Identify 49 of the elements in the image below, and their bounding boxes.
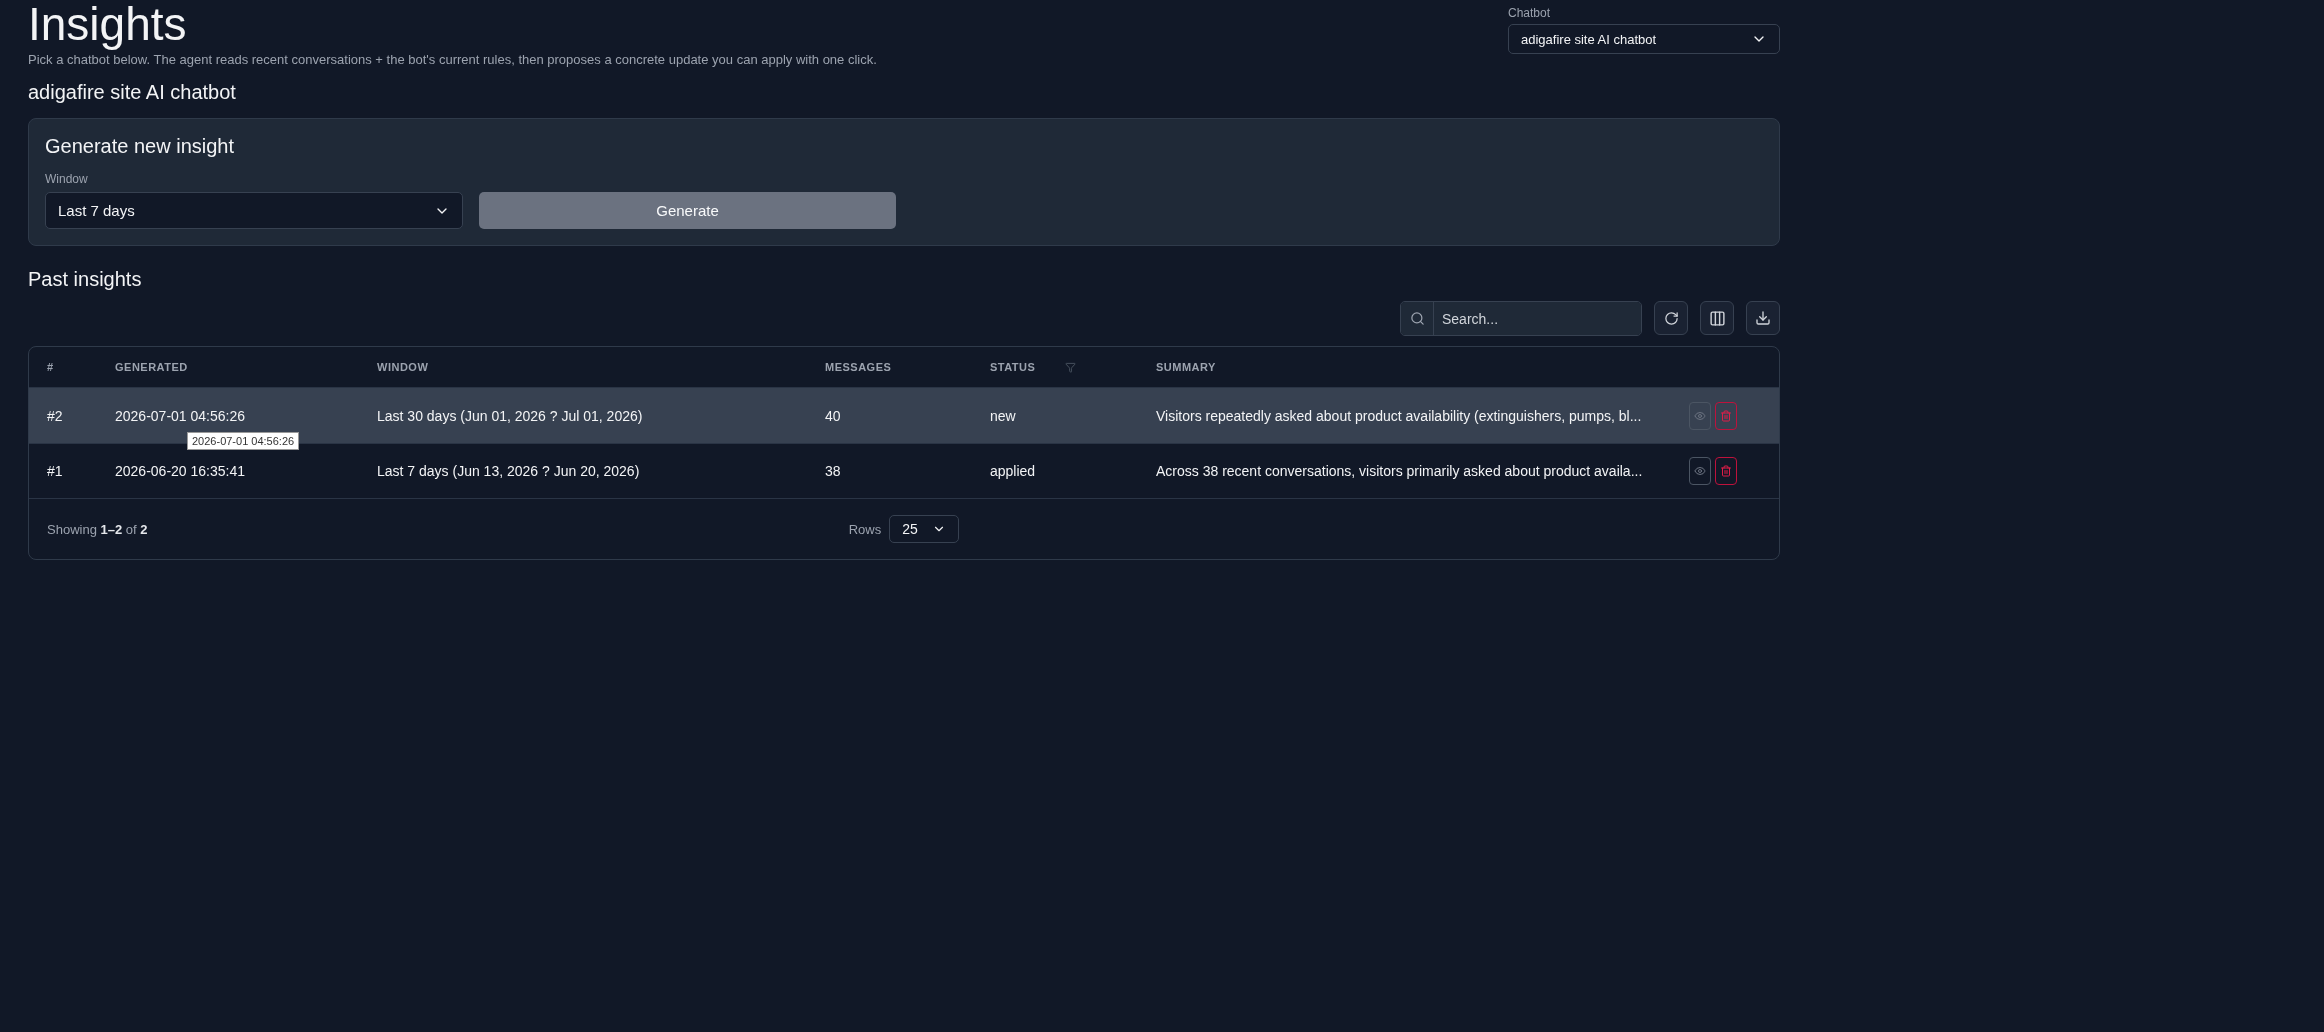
table-cell: Visitors repeatedly asked about product availability (extinguishers, pumps, bl... bbox=[1156, 407, 1642, 424]
table-cell: 2026-06-20 16:35:41 bbox=[115, 463, 245, 479]
column-header: GENERATED bbox=[115, 361, 188, 373]
column-header: WINDOW bbox=[377, 361, 429, 373]
columns-icon bbox=[1708, 309, 1726, 327]
pagination-summary: Showing 1–2 of 2 bbox=[47, 521, 149, 537]
eye-icon bbox=[1694, 465, 1706, 477]
chatbot-select[interactable]: adigafire site AI chatbot bbox=[1508, 24, 1780, 54]
delete-button[interactable] bbox=[1715, 457, 1737, 485]
table-cell: Last 7 days (Jun 13, 2026 ? Jun 20, 2026) bbox=[377, 463, 640, 479]
search-field[interactable]: Search... bbox=[1400, 301, 1642, 336]
rows-select[interactable]: 25 bbox=[889, 515, 960, 543]
column-header: SUMMARY bbox=[1156, 361, 1216, 373]
refresh-icon bbox=[1663, 310, 1679, 326]
eye-icon bbox=[1694, 409, 1706, 422]
view-button[interactable] bbox=[1689, 457, 1711, 485]
table-cell: 40 bbox=[825, 407, 841, 424]
table-cell: Across 38 recent conversations, visitors primarily asked about product availa... bbox=[1156, 463, 1643, 479]
table-row[interactable]: #1 2026-06-20 16:35:41 Last 7 days (Jun 13, 2026 ? Jun 20, 2026) 38 applied Across 38 recent conversations, visitors primarily asked about product availa... bbox=[29, 444, 1779, 499]
table-cell: new bbox=[990, 407, 1016, 424]
table-cell: #1 bbox=[47, 463, 63, 479]
trash-icon bbox=[1720, 465, 1732, 477]
field-label: Window bbox=[45, 172, 89, 186]
delete-button[interactable] bbox=[1715, 401, 1737, 430]
columns-button[interactable] bbox=[1700, 301, 1734, 335]
section-heading: Past insights bbox=[28, 268, 143, 291]
table-cell: applied bbox=[990, 463, 1036, 479]
field-label: Chatbot bbox=[1508, 6, 1552, 20]
table-cell: 38 bbox=[825, 463, 841, 479]
column-header: STATUS bbox=[990, 361, 1036, 373]
card-title: Generate new insight bbox=[45, 135, 235, 158]
page-subtitle: Pick a chatbot below. The agent reads recent conversations + the bot's current rules, then proposes a concrete update you can apply with one click. bbox=[28, 52, 877, 67]
column-header: MESSAGES bbox=[825, 361, 892, 373]
table-cell: Last 30 days (Jun 01, 2026 ? Jul 01, 2026) bbox=[377, 407, 643, 424]
refresh-button[interactable] bbox=[1654, 301, 1688, 335]
table-cell: 2026-07-01 04:56:26 bbox=[115, 407, 245, 424]
download-icon bbox=[1755, 310, 1771, 326]
filter-icon bbox=[1065, 361, 1077, 373]
page-title: Insights bbox=[28, 0, 188, 52]
rows-label: Rows bbox=[848, 521, 882, 537]
window-select[interactable]: Last 7 days bbox=[45, 192, 463, 229]
table-cell: #2 bbox=[47, 407, 63, 424]
section-heading: adigafire site AI chatbot bbox=[28, 81, 237, 104]
tooltip: 2026-07-01 04:56:26 bbox=[187, 432, 300, 450]
download-button[interactable] bbox=[1746, 301, 1780, 335]
column-header: # bbox=[47, 361, 54, 373]
trash-icon bbox=[1720, 409, 1732, 422]
search-icon bbox=[1409, 311, 1425, 326]
generate-button[interactable]: Generate bbox=[479, 192, 896, 229]
